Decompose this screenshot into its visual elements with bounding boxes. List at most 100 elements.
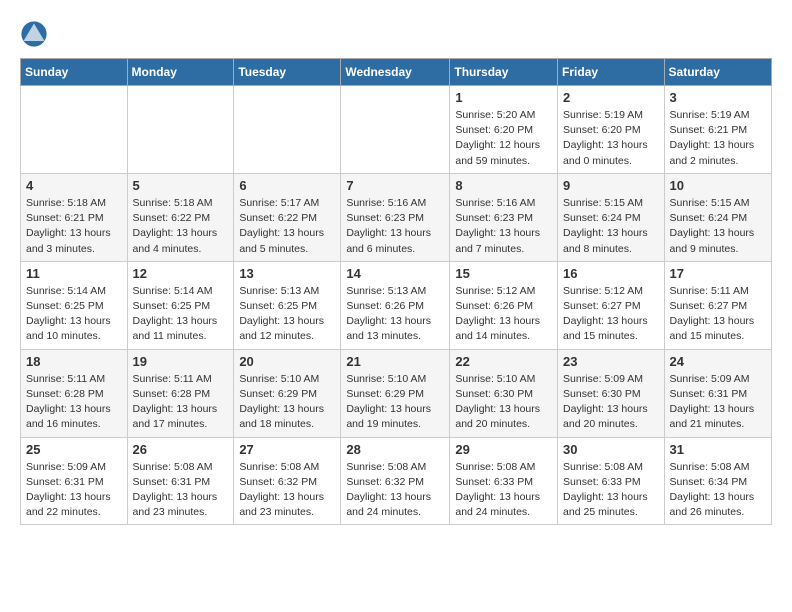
calendar-cell [234, 86, 341, 174]
calendar-cell: 11Sunrise: 5:14 AM Sunset: 6:25 PM Dayli… [21, 261, 128, 349]
day-info: Sunrise: 5:15 AM Sunset: 6:24 PM Dayligh… [670, 196, 766, 257]
day-number: 16 [563, 266, 659, 281]
calendar-cell: 5Sunrise: 5:18 AM Sunset: 6:22 PM Daylig… [127, 173, 234, 261]
week-row-1: 1 Sunrise: 5:20 AM Sunset: 6:20 PM Daylig… [21, 86, 772, 174]
day-info: Sunrise: 5:08 AM Sunset: 6:32 PM Dayligh… [346, 460, 444, 521]
day-info: Sunrise: 5:11 AM Sunset: 6:28 PM Dayligh… [133, 372, 229, 433]
day-info: Sunrise: 5:18 AM Sunset: 6:22 PM Dayligh… [133, 196, 229, 257]
day-number: 13 [239, 266, 335, 281]
day-number: 31 [670, 442, 766, 457]
day-number: 6 [239, 178, 335, 193]
calendar-cell [127, 86, 234, 174]
calendar-cell: 13 Sunrise: 5:13 AM Sunset: 6:25 PM Dayli… [234, 261, 341, 349]
day-number: 18 [26, 354, 122, 369]
week-row-2: 4 Sunrise: 5:18 AM Sunset: 6:21 PM Daylig… [21, 173, 772, 261]
calendar-cell: 29 Sunrise: 5:08 AM Sunset: 6:33 PM Dayli… [450, 437, 558, 525]
calendar-cell: 16Sunrise: 5:12 AM Sunset: 6:27 PM Dayli… [558, 261, 665, 349]
day-info: Sunrise: 5:08 AM Sunset: 6:33 PM Dayligh… [455, 460, 552, 521]
calendar-cell: 23 Sunrise: 5:09 AM Sunset: 6:30 PM Dayli… [558, 349, 665, 437]
calendar-cell: 15 Sunrise: 5:12 AM Sunset: 6:26 PM Dayli… [450, 261, 558, 349]
calendar-cell: 8Sunrise: 5:16 AM Sunset: 6:23 PM Daylig… [450, 173, 558, 261]
day-number: 3 [670, 90, 766, 105]
day-number: 7 [346, 178, 444, 193]
days-header-row: SundayMondayTuesdayWednesdayThursdayFrid… [21, 59, 772, 86]
day-number: 26 [133, 442, 229, 457]
day-info: Sunrise: 5:20 AM Sunset: 6:20 PM Dayligh… [455, 108, 552, 169]
calendar-cell: 14 Sunrise: 5:13 AM Sunset: 6:26 PM Dayli… [341, 261, 450, 349]
calendar-cell: 18 Sunrise: 5:11 AM Sunset: 6:28 PM Dayli… [21, 349, 128, 437]
day-header-wednesday: Wednesday [341, 59, 450, 86]
calendar-cell: 6 Sunrise: 5:17 AM Sunset: 6:22 PM Daylig… [234, 173, 341, 261]
calendar-cell: 12 Sunrise: 5:14 AM Sunset: 6:25 PM Dayli… [127, 261, 234, 349]
day-header-tuesday: Tuesday [234, 59, 341, 86]
calendar-cell: 22Sunrise: 5:10 AM Sunset: 6:30 PM Dayli… [450, 349, 558, 437]
day-number: 24 [670, 354, 766, 369]
day-info: Sunrise: 5:13 AM Sunset: 6:26 PM Dayligh… [346, 284, 444, 345]
day-info: Sunrise: 5:11 AM Sunset: 6:27 PM Dayligh… [670, 284, 766, 345]
day-header-monday: Monday [127, 59, 234, 86]
calendar-cell: 26 Sunrise: 5:08 AM Sunset: 6:31 PM Dayli… [127, 437, 234, 525]
day-number: 22 [455, 354, 552, 369]
calendar-cell: 7 Sunrise: 5:16 AM Sunset: 6:23 PM Daylig… [341, 173, 450, 261]
day-info: Sunrise: 5:09 AM Sunset: 6:30 PM Dayligh… [563, 372, 659, 433]
day-info: Sunrise: 5:10 AM Sunset: 6:29 PM Dayligh… [346, 372, 444, 433]
page-header [20, 20, 772, 48]
day-header-thursday: Thursday [450, 59, 558, 86]
day-info: Sunrise: 5:17 AM Sunset: 6:22 PM Dayligh… [239, 196, 335, 257]
day-number: 9 [563, 178, 659, 193]
day-number: 12 [133, 266, 229, 281]
day-info: Sunrise: 5:14 AM Sunset: 6:25 PM Dayligh… [133, 284, 229, 345]
day-number: 2 [563, 90, 659, 105]
day-info: Sunrise: 5:15 AM Sunset: 6:24 PM Dayligh… [563, 196, 659, 257]
day-number: 15 [455, 266, 552, 281]
calendar-cell: 1 Sunrise: 5:20 AM Sunset: 6:20 PM Daylig… [450, 86, 558, 174]
day-info: Sunrise: 5:09 AM Sunset: 6:31 PM Dayligh… [670, 372, 766, 433]
day-number: 8 [455, 178, 552, 193]
day-info: Sunrise: 5:08 AM Sunset: 6:31 PM Dayligh… [133, 460, 229, 521]
day-number: 25 [26, 442, 122, 457]
day-number: 21 [346, 354, 444, 369]
calendar-cell: 21 Sunrise: 5:10 AM Sunset: 6:29 PM Dayli… [341, 349, 450, 437]
day-number: 30 [563, 442, 659, 457]
day-info: Sunrise: 5:08 AM Sunset: 6:33 PM Dayligh… [563, 460, 659, 521]
day-info: Sunrise: 5:09 AM Sunset: 6:31 PM Dayligh… [26, 460, 122, 521]
day-number: 23 [563, 354, 659, 369]
day-number: 4 [26, 178, 122, 193]
day-info: Sunrise: 5:10 AM Sunset: 6:29 PM Dayligh… [239, 372, 335, 433]
day-info: Sunrise: 5:19 AM Sunset: 6:20 PM Dayligh… [563, 108, 659, 169]
calendar-cell [21, 86, 128, 174]
calendar-cell: 3Sunrise: 5:19 AM Sunset: 6:21 PM Daylig… [664, 86, 771, 174]
calendar-cell: 28 Sunrise: 5:08 AM Sunset: 6:32 PM Dayli… [341, 437, 450, 525]
calendar-cell: 20Sunrise: 5:10 AM Sunset: 6:29 PM Dayli… [234, 349, 341, 437]
logo-icon [20, 20, 48, 48]
day-number: 29 [455, 442, 552, 457]
day-header-sunday: Sunday [21, 59, 128, 86]
calendar-cell: 10 Sunrise: 5:15 AM Sunset: 6:24 PM Dayli… [664, 173, 771, 261]
day-number: 27 [239, 442, 335, 457]
calendar-cell: 27 Sunrise: 5:08 AM Sunset: 6:32 PM Dayli… [234, 437, 341, 525]
week-row-5: 25 Sunrise: 5:09 AM Sunset: 6:31 PM Dayli… [21, 437, 772, 525]
day-info: Sunrise: 5:11 AM Sunset: 6:28 PM Dayligh… [26, 372, 122, 433]
day-info: Sunrise: 5:08 AM Sunset: 6:34 PM Dayligh… [670, 460, 766, 521]
day-number: 28 [346, 442, 444, 457]
day-number: 19 [133, 354, 229, 369]
calendar-cell: 30 Sunrise: 5:08 AM Sunset: 6:33 PM Dayli… [558, 437, 665, 525]
day-number: 14 [346, 266, 444, 281]
day-info: Sunrise: 5:12 AM Sunset: 6:26 PM Dayligh… [455, 284, 552, 345]
logo [20, 20, 52, 48]
day-info: Sunrise: 5:14 AM Sunset: 6:25 PM Dayligh… [26, 284, 122, 345]
day-header-saturday: Saturday [664, 59, 771, 86]
day-header-friday: Friday [558, 59, 665, 86]
day-info: Sunrise: 5:08 AM Sunset: 6:32 PM Dayligh… [239, 460, 335, 521]
day-info: Sunrise: 5:13 AM Sunset: 6:25 PM Dayligh… [239, 284, 335, 345]
day-info: Sunrise: 5:16 AM Sunset: 6:23 PM Dayligh… [346, 196, 444, 257]
day-number: 10 [670, 178, 766, 193]
calendar-cell: 31 Sunrise: 5:08 AM Sunset: 6:34 PM Dayli… [664, 437, 771, 525]
calendar-cell: 24 Sunrise: 5:09 AM Sunset: 6:31 PM Dayli… [664, 349, 771, 437]
calendar-cell: 17 Sunrise: 5:11 AM Sunset: 6:27 PM Dayli… [664, 261, 771, 349]
day-info: Sunrise: 5:18 AM Sunset: 6:21 PM Dayligh… [26, 196, 122, 257]
calendar-cell: 2 Sunrise: 5:19 AM Sunset: 6:20 PM Daylig… [558, 86, 665, 174]
day-number: 1 [455, 90, 552, 105]
day-number: 17 [670, 266, 766, 281]
calendar-table: SundayMondayTuesdayWednesdayThursdayFrid… [20, 58, 772, 525]
